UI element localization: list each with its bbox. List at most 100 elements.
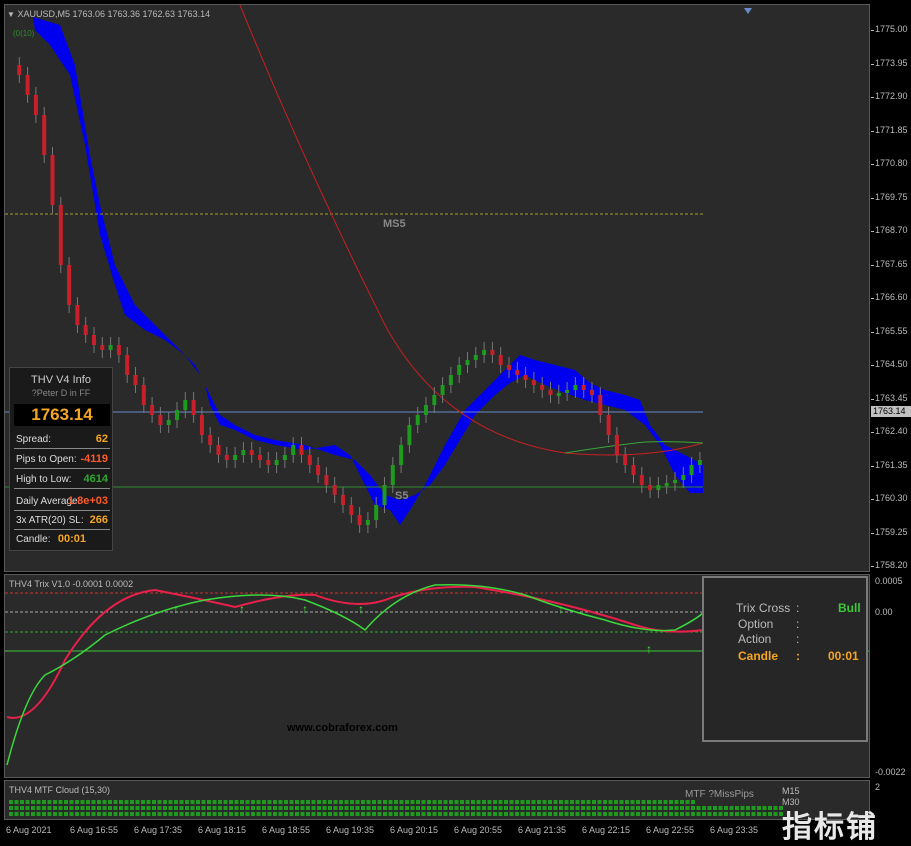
cloud-dot	[278, 800, 283, 804]
cloud-dot	[207, 806, 211, 810]
cloud-dot	[564, 806, 569, 810]
info-current-price: 1763.14	[14, 404, 110, 426]
cloud-dot	[53, 806, 57, 810]
time-axis[interactable]: 6 Aug 2021 6 Aug 16:55 6 Aug 17:35 6 Aug 18…	[0, 822, 870, 842]
cloud-dot	[377, 800, 382, 804]
cloud-dot	[581, 800, 585, 804]
candle	[42, 115, 47, 155]
cloud-dot	[509, 812, 514, 816]
dropdown-triangle-icon[interactable]: ▼	[7, 10, 15, 19]
cloud-dot	[636, 812, 640, 816]
cloud-dot	[399, 812, 404, 816]
cloud-dot	[25, 800, 30, 804]
cloud-dot	[663, 800, 668, 804]
cloud-dot	[322, 812, 327, 816]
trix-scale[interactable]: 0.0005 0.00 -0.0022	[871, 574, 911, 778]
mtf-cloud-pane[interactable]: THV4 MTF Cloud (15,30) MTF ?MissPips	[4, 780, 870, 820]
up-arrow-icon: ↑	[239, 602, 245, 616]
cloud-dot	[504, 800, 508, 804]
cloud-dot	[163, 812, 167, 816]
candle	[133, 375, 138, 385]
candle	[415, 415, 420, 425]
up-arrow-icon: ↑	[646, 642, 652, 656]
cloud-dot	[515, 812, 519, 816]
cloud-dot	[438, 806, 442, 810]
cloud-dot	[773, 806, 778, 810]
cloud-dot	[350, 806, 354, 810]
candle	[606, 415, 611, 435]
cloud-dot	[262, 812, 266, 816]
info-subtitle: ?Peter D in FF	[31, 388, 91, 398]
price-scale[interactable]: 1775.00 1773.95 1772.90 1771.85 1770.80 1769.…	[871, 4, 911, 572]
cloud-dot	[570, 800, 574, 804]
cloud-dot	[322, 806, 327, 810]
cloud-dot	[366, 800, 371, 804]
cloud-dot	[542, 806, 547, 810]
cloud-dot	[311, 806, 316, 810]
candle	[92, 335, 96, 345]
price-scale-label: 1775.00	[875, 24, 908, 34]
candle	[75, 305, 80, 325]
s5-label: S5	[395, 490, 408, 502]
price-scale-tick	[871, 298, 874, 299]
cloud-dot	[339, 806, 343, 810]
cloud-dot	[163, 806, 167, 810]
cloud-dot	[9, 812, 13, 816]
candle	[365, 520, 370, 525]
candle	[141, 385, 146, 405]
cloud-dot	[190, 812, 195, 816]
candle	[581, 385, 586, 390]
cloud-dot	[647, 800, 651, 804]
cloud-dot	[86, 806, 90, 810]
price-scale-label: 1758.20	[875, 560, 908, 570]
cloud-dot	[196, 800, 200, 804]
cloud-dot	[762, 812, 767, 816]
price-scale-tick	[871, 499, 874, 500]
cloud-dot	[449, 806, 453, 810]
cloud-dot	[647, 812, 651, 816]
candle	[17, 65, 22, 75]
candle	[208, 435, 213, 445]
cloud-dot	[223, 800, 228, 804]
cloud-dot	[443, 806, 448, 810]
cloud-dot	[229, 800, 233, 804]
cloud-dot	[707, 806, 712, 810]
cloud-dot	[757, 812, 761, 816]
cloud-dot	[493, 806, 497, 810]
cloud-dot	[377, 812, 382, 816]
cloud-dot	[559, 812, 563, 816]
info-row-daily-average: Daily Average: 1.8e+03	[14, 492, 110, 511]
cloud-dot	[174, 806, 178, 810]
cloud-dot	[608, 812, 613, 816]
cloud-dot	[691, 806, 695, 810]
cloud-dot	[438, 812, 442, 816]
cloud-dot	[146, 806, 151, 810]
cloud-dot	[685, 812, 690, 816]
cloud-dot	[174, 812, 178, 816]
candle	[432, 395, 437, 405]
cloud-dot	[355, 806, 360, 810]
price-chart[interactable]: MS5 S5	[5, 5, 870, 572]
cloud-dot	[42, 806, 46, 810]
cloud-dot	[432, 806, 437, 810]
cloud-dot	[388, 806, 393, 810]
cloud-dot	[427, 806, 431, 810]
cloud-dot	[311, 800, 316, 804]
trix-cross-box: Trix Cross : Bull Option : Action : Cand…	[702, 576, 868, 742]
cloud-dot	[311, 812, 316, 816]
cloud-dot	[174, 800, 178, 804]
cloud-dot	[542, 800, 547, 804]
cloud-dot	[344, 806, 349, 810]
main-chart-pane[interactable]: MS5 S5 ▼ XAUUSD,M5 1763.06 1763.36 1762.…	[4, 4, 870, 572]
price-scale-tick	[871, 164, 874, 165]
cloud-dot	[504, 806, 508, 810]
cloud-dot	[427, 812, 431, 816]
cloud-dot	[526, 812, 530, 816]
cloud-dot	[487, 806, 492, 810]
cloud-dot	[630, 806, 635, 810]
cloud-dot	[328, 806, 332, 810]
cloud-dot	[636, 806, 640, 810]
cloud-dot	[278, 806, 283, 810]
cloud-dot	[234, 800, 239, 804]
cloud-dot	[394, 800, 398, 804]
